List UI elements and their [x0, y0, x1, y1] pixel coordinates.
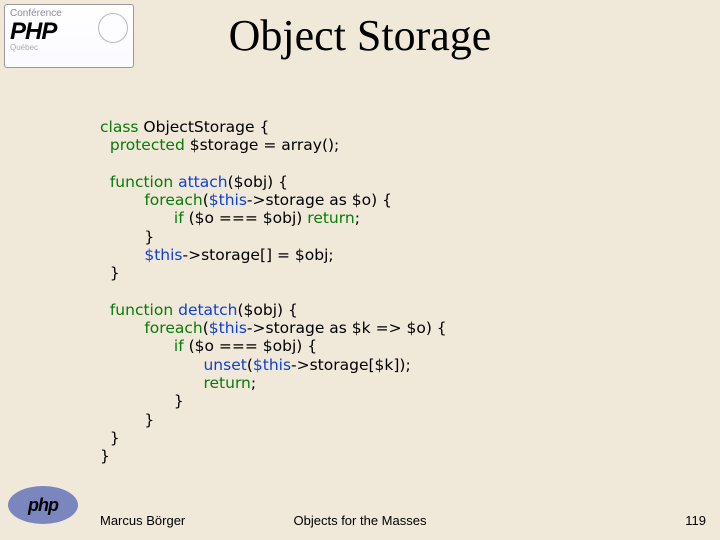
slide-title: Object Storage: [0, 10, 720, 61]
code-block: class ObjectStorage { protected $storage…: [100, 118, 447, 465]
footer-page-number: 119: [685, 513, 706, 528]
footer-title: Objects for the Masses: [0, 513, 720, 528]
